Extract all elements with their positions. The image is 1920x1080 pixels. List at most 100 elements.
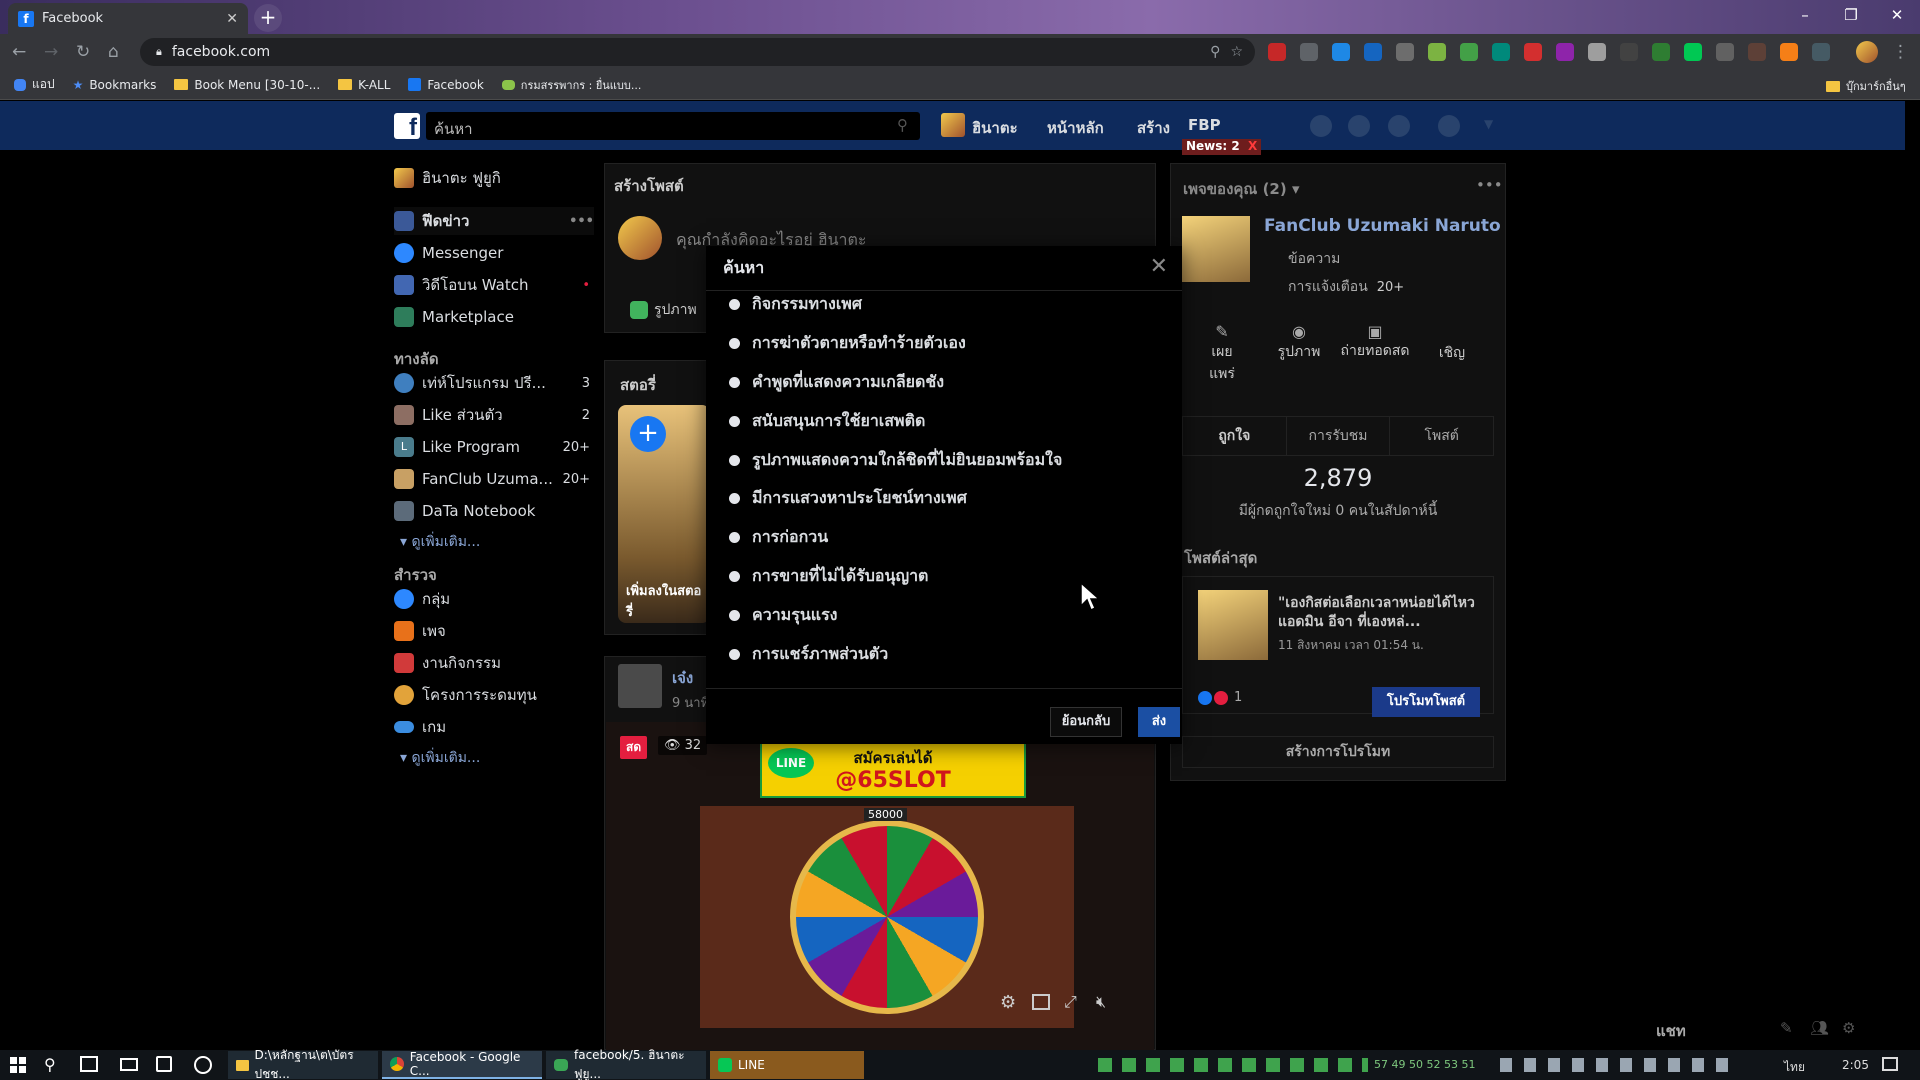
sidebar-item-groups[interactable]: กลุ่ม (394, 585, 590, 613)
back-arrow-icon[interactable]: ← (12, 42, 26, 62)
see-more-shortcuts[interactable]: ▾ ดูเพิ่มเติม... (400, 531, 480, 553)
system-tray-icons[interactable] (1098, 1058, 1368, 1072)
publish-action[interactable]: ✎ เผยแพร่ (1200, 322, 1244, 385)
profile-avatar[interactable] (1856, 41, 1878, 63)
report-option[interactable]: การก่อกวน (729, 525, 828, 549)
search-input[interactable]: ค้นหา ⚲ (426, 112, 920, 140)
sidebar-profile[interactable]: ฮินาตะ ฟูยูกิ (394, 164, 590, 192)
page-name[interactable]: FanClub Uzumaki Naruto (1264, 216, 1501, 236)
search-icon[interactable]: ⚲ (897, 116, 908, 134)
sidebar-item-shortcut[interactable]: FanClub Uzuma... 20+ (394, 465, 590, 493)
forward-arrow-icon[interactable]: → (44, 42, 58, 62)
minimize-button[interactable]: – (1782, 0, 1828, 30)
new-tab-button[interactable]: + (254, 4, 282, 32)
bookmark-facebook[interactable]: Facebook (408, 78, 484, 92)
windows-start-icon[interactable] (10, 1057, 26, 1073)
report-option[interactable]: กิจกรรมทางเพศ (729, 292, 862, 316)
task-view-icon[interactable] (80, 1056, 98, 1072)
send-button[interactable]: ส่ง (1138, 707, 1180, 737)
mute-icon[interactable]: 🔇︎ (1096, 992, 1106, 1012)
media-player-icon[interactable] (194, 1056, 212, 1074)
promote-post-button[interactable]: โปรโมทโพสต์ (1372, 687, 1480, 717)
back-button[interactable]: ย้อนกลับ (1050, 707, 1122, 737)
recent-post-thumbnail[interactable] (1198, 590, 1268, 660)
report-option[interactable]: คำพูดที่แสดงความเกลียดชัง (729, 370, 944, 394)
sidebar-item-events[interactable]: งานกิจกรรม (394, 649, 590, 677)
contacts-icon[interactable]: 👥︎ (1810, 1019, 1829, 1037)
sidebar-item-shortcut[interactable]: เท่ห์โปรแกรม ปรี... 3 (394, 369, 590, 397)
page-notifications-link[interactable]: การแจ้งเตือน 20+ (1288, 276, 1404, 298)
search-icon[interactable]: ⚲ (44, 1055, 56, 1074)
chat-settings-gear-icon[interactable]: ⚙ (1842, 1019, 1855, 1037)
taskbar-item-line[interactable]: LINE (710, 1051, 864, 1079)
browser-tab[interactable]: f Facebook ✕ (8, 3, 248, 34)
nav-home[interactable]: หน้าหลัก (1047, 116, 1104, 140)
nav-create[interactable]: สร้าง (1137, 116, 1170, 140)
live-action[interactable]: ▣ ถ่ายทอดสด (1340, 322, 1410, 361)
invite-action[interactable]: เชิญ (1432, 342, 1472, 364)
news-close-icon[interactable]: X (1248, 139, 1257, 153)
extension-off-icon[interactable] (1364, 43, 1382, 61)
nav-profile[interactable]: ฮินาตะ (972, 116, 1018, 140)
taskbar-item-explorer[interactable]: D:\หลักฐาน\ต\บัตร ปชช... (228, 1048, 378, 1080)
extension-icon[interactable] (1460, 43, 1478, 61)
input-language[interactable]: ไทย (1784, 1058, 1805, 1077)
reactions[interactable]: 1 (1198, 690, 1242, 705)
page-avatar[interactable] (1182, 216, 1250, 282)
report-option[interactable]: มีการแสวงหาประโยชน์ทางเพศ (729, 486, 967, 510)
messenger-icon[interactable] (1348, 115, 1370, 137)
new-message-icon[interactable]: ✎ (1780, 1019, 1793, 1037)
add-story-plus-icon[interactable]: + (630, 416, 666, 452)
address-bar[interactable]: 🔒︎ facebook.com ⚲ ☆ (140, 38, 1255, 66)
bookmark-book-menu[interactable]: Book Menu [30-10-... (174, 78, 320, 92)
page-messages-link[interactable]: ข้อความ (1288, 248, 1340, 270)
user-avatar[interactable] (941, 113, 965, 137)
extension-icon[interactable] (1716, 43, 1734, 61)
tab-posts[interactable]: โพสต์ (1390, 417, 1493, 455)
extension-download-icon[interactable] (1332, 43, 1350, 61)
taskbar-item-chrome[interactable]: Facebook - Google C... (382, 1050, 542, 1079)
recent-post-text[interactable]: "เองกิสต่อเลือกเวลาหน่อยได้ไหว แอดมิน อี… (1278, 594, 1484, 632)
report-option[interactable]: ความรุนแรง (729, 603, 837, 627)
fullscreen-icon[interactable]: ⤢ (1064, 992, 1077, 1012)
extension-icon[interactable] (1556, 43, 1574, 61)
photo-action[interactable]: ◉ รูปภาพ (1274, 322, 1324, 363)
extension-icon[interactable] (1748, 43, 1766, 61)
report-option[interactable]: การขายที่ไม่ได้รับอนุญาต (729, 564, 928, 588)
sidebar-item-shortcut[interactable]: DaTa Notebook (394, 497, 590, 525)
report-option[interactable]: การฆ่าตัวตายหรือทำร้ายตัวเอง (729, 331, 966, 355)
notifications-center-icon[interactable] (1882, 1057, 1898, 1071)
store-icon[interactable] (156, 1056, 172, 1072)
reload-icon[interactable]: ↻ (76, 42, 90, 62)
picture-in-picture-icon[interactable] (1032, 994, 1050, 1010)
sidebar-item-newsfeed[interactable]: ฟีดข่าว ••• (394, 207, 594, 235)
home-icon[interactable]: ⌂ (108, 42, 119, 62)
pages-title[interactable]: เพจของคุณ (2) ▾ (1183, 177, 1299, 201)
extension-icon[interactable] (1428, 43, 1446, 61)
account-dropdown-icon[interactable]: ▼ (1484, 117, 1493, 131)
extension-icon[interactable] (1652, 43, 1670, 61)
taskbar-item-editor[interactable]: facebook/5. ฮินาตะ ฟูยู... (546, 1048, 706, 1080)
bookmark-bookmarks[interactable]: ★ Bookmarks (73, 78, 157, 92)
chat-label[interactable]: แชท (1656, 1019, 1686, 1043)
facebook-logo[interactable]: f (394, 113, 420, 141)
bookmark-star-icon[interactable]: ☆ (1230, 44, 1243, 60)
mail-icon[interactable] (120, 1058, 138, 1071)
post-time[interactable]: 9 นาที (672, 692, 709, 713)
sidebar-item-messenger[interactable]: Messenger (394, 239, 590, 267)
extension-icon[interactable] (1588, 43, 1606, 61)
bookmark-k-all[interactable]: K-ALL (338, 78, 390, 92)
extension-abp-icon[interactable] (1268, 43, 1286, 61)
nav-fbp[interactable]: FBP (1188, 116, 1221, 134)
other-bookmarks[interactable]: บุ๊กมาร์กอื่นๆ (1826, 77, 1906, 95)
extension-icon[interactable] (1684, 43, 1702, 61)
more-options-icon[interactable]: ••• (1476, 176, 1503, 194)
close-window-button[interactable]: ✕ (1874, 0, 1920, 30)
extension-icon[interactable] (1396, 43, 1414, 61)
extension-icon[interactable] (1780, 43, 1798, 61)
friends-icon[interactable] (1310, 115, 1332, 137)
extension-icon[interactable] (1300, 43, 1318, 61)
report-option[interactable]: การแชร์ภาพส่วนตัว (729, 642, 888, 666)
sidebar-item-pages[interactable]: เพจ (394, 617, 590, 645)
help-icon[interactable] (1438, 115, 1460, 137)
